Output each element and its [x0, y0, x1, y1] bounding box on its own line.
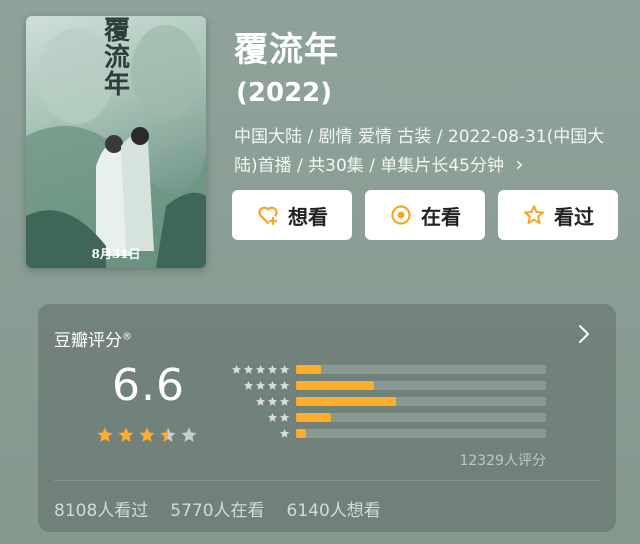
rating-bar-stars [242, 380, 290, 391]
movie-title: 覆流年 [234, 30, 339, 70]
star-small-icon [279, 380, 290, 390]
star-small-icon [279, 364, 290, 374]
watching-label: 在看 [421, 204, 461, 229]
watched-label: 看过 [554, 204, 594, 229]
rating-bar-stars [230, 364, 290, 375]
rating-bar-fill [296, 429, 306, 438]
poster-date: 8月31日 [91, 247, 141, 261]
rating-bar-track [296, 381, 546, 390]
rating-bar-fill [296, 413, 331, 422]
rating-bar-row [224, 394, 554, 410]
rating-score: 6.6 [112, 360, 185, 411]
rating-bar-stars [254, 396, 290, 407]
poster-title: 覆 流 年 [103, 16, 130, 100]
rating-title: 豆瓣评分® [54, 331, 132, 351]
divider [54, 480, 600, 481]
rating-bar-row [224, 378, 554, 394]
star-small-icon [279, 412, 290, 422]
chevron-right-icon[interactable] [578, 324, 590, 344]
star-small-icon [267, 364, 278, 374]
star-half-icon [160, 427, 176, 442]
watch-stats: 8108人看过 5770人在看 6140人想看 [54, 496, 381, 521]
movie-meta-text: 中国大陆 / 剧情 爱情 古装 / 2022-08-31(中国大陆)首播 / 共… [234, 127, 605, 176]
target-icon [391, 205, 411, 225]
star-filled-icon [97, 427, 113, 442]
rating-bar-row [224, 426, 554, 442]
star-empty-icon [181, 427, 197, 442]
star-filled-icon [118, 427, 134, 442]
movie-year: (2022) [236, 78, 333, 108]
star-small-icon [279, 396, 290, 406]
rating-bar-stars [266, 412, 290, 423]
rating-bar-row [224, 410, 554, 426]
star-small-icon [243, 380, 254, 390]
star-small-icon [267, 380, 278, 390]
star-small-icon [243, 364, 254, 374]
rating-bar-row [224, 362, 554, 378]
movie-meta[interactable]: 中国大陆 / 剧情 爱情 古装 / 2022-08-31(中国大陆)首播 / 共… [234, 124, 624, 180]
star-small-icon [231, 364, 242, 374]
want-to-watch-button[interactable]: 想看 [232, 190, 352, 240]
rating-bar-fill [296, 381, 374, 390]
want-to-watch-label: 想看 [288, 204, 328, 229]
star-small-icon [255, 396, 266, 406]
star-small-icon [267, 396, 278, 406]
rating-bar-fill [296, 397, 396, 406]
rating-bar-track [296, 413, 546, 422]
rating-stars [96, 426, 198, 444]
star-small-icon [255, 364, 266, 374]
star-small-icon [255, 380, 266, 390]
rating-bar-track [296, 429, 546, 438]
rating-bar-fill [296, 365, 321, 374]
rating-card[interactable]: 豆瓣评分® 6.6 12329人评分 8108人看过 5770人在看 6140人… [38, 304, 616, 532]
watched-count[interactable]: 8108人看过 [54, 496, 148, 521]
watching-count[interactable]: 5770人在看 [170, 496, 264, 521]
rating-bar-track [296, 397, 546, 406]
watched-button[interactable]: 看过 [498, 190, 618, 240]
star-outline-icon [524, 205, 544, 224]
star-small-icon [279, 428, 290, 438]
star-filled-icon [139, 427, 155, 442]
star-small-icon [267, 412, 278, 422]
rating-bar-stars [278, 428, 290, 439]
watching-button[interactable]: 在看 [365, 190, 485, 240]
poster-image[interactable]: 覆 流 年 8月31日 [26, 16, 206, 268]
rating-count: 12329人评分 [459, 453, 546, 469]
heart-plus-icon [258, 206, 278, 226]
want-count[interactable]: 6140人想看 [287, 496, 381, 521]
rating-bar-track [296, 365, 546, 374]
registered-mark: ® [122, 331, 132, 343]
chevron-right-icon: › [515, 152, 524, 176]
